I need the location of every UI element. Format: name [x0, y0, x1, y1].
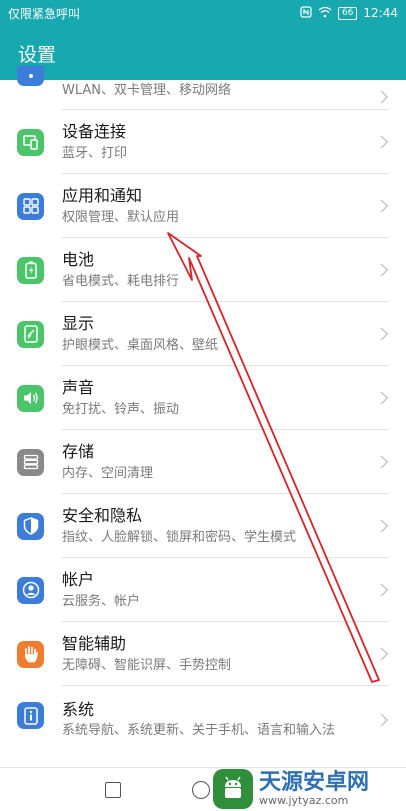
- settings-item-subtitle: WLAN、双卡管理、移动网络: [62, 83, 232, 98]
- settings-item-subtitle: 系统导航、系统更新、关于手机、语言和输入法: [62, 723, 336, 738]
- settings-list: WLAN、双卡管理、移动网络 设备连接 蓝牙、打印 应用和通知 权限管理、默认应…: [0, 66, 406, 760]
- settings-item-title: 帐户: [62, 569, 95, 589]
- settings-item-storage[interactable]: 存储 内存、空间清理: [0, 430, 406, 494]
- settings-item-title: 安全和隐私: [62, 505, 143, 525]
- settings-item-title: 电池: [62, 249, 95, 269]
- recents-button[interactable]: [105, 782, 121, 798]
- settings-item-title: 应用和通知: [62, 185, 143, 205]
- settings-item-system[interactable]: 系统 系统导航、系统更新、关于手机、语言和输入法: [0, 686, 406, 760]
- settings-item-device-connection[interactable]: 设备连接 蓝牙、打印: [0, 110, 406, 174]
- account-icon: [17, 576, 44, 604]
- settings-item-subtitle: 内存、空间清理: [62, 465, 154, 481]
- chevron-right-icon: [375, 391, 388, 405]
- settings-item-account[interactable]: 帐户 云服务、帐户: [0, 558, 406, 622]
- settings-item-subtitle: 云服务、帐户: [62, 593, 141, 609]
- settings-item-apps[interactable]: 应用和通知 权限管理、默认应用: [0, 174, 406, 238]
- settings-item-sound[interactable]: 声音 免打扰、铃声、振动: [0, 366, 406, 430]
- display-icon: [17, 320, 44, 348]
- wifi-icon: [318, 6, 332, 21]
- chevron-right-icon: [375, 519, 388, 533]
- page-title-bar: 设置: [0, 26, 406, 80]
- settings-item-subtitle: 指纹、人脸解锁、锁屏和密码、学生模式: [62, 529, 297, 545]
- status-icons: 66 12:44: [300, 5, 398, 21]
- page-title: 设置: [18, 43, 57, 66]
- settings-item-network[interactable]: WLAN、双卡管理、移动网络: [0, 66, 406, 110]
- chevron-right-icon: [375, 263, 388, 277]
- home-button[interactable]: [192, 781, 210, 799]
- network-icon: [17, 66, 44, 86]
- android-robot-icon: [213, 769, 253, 809]
- hand-icon: [17, 640, 44, 668]
- chevron-right-icon: [375, 199, 388, 213]
- settings-item-title: 系统: [62, 700, 95, 719]
- settings-item-smart-assist[interactable]: 智能辅助 无障碍、智能识屏、手势控制: [0, 622, 406, 686]
- settings-item-subtitle: 护眼模式、桌面风格、壁纸: [62, 337, 219, 353]
- watermark-name: 天源安卓网: [259, 770, 370, 795]
- status-bar: 仅限紧急呼叫 66 12:44: [0, 0, 406, 26]
- chevron-right-icon: [375, 327, 388, 341]
- settings-item-title: 智能辅助: [62, 633, 127, 653]
- chevron-right-icon: [375, 583, 388, 597]
- shield-icon: [17, 512, 44, 540]
- apps-grid-icon: [17, 192, 44, 220]
- chevron-right-icon: [375, 647, 388, 661]
- speaker-icon: [17, 384, 44, 412]
- watermark-url: www.jytyaz.com: [259, 794, 349, 807]
- chevron-right-icon: [375, 90, 388, 103]
- system-info-icon: [17, 702, 44, 729]
- clock: 12:44: [363, 6, 398, 20]
- settings-item-security[interactable]: 安全和隐私 指纹、人脸解锁、锁屏和密码、学生模式: [0, 494, 406, 558]
- settings-item-subtitle: 免打扰、铃声、振动: [62, 401, 180, 417]
- chevron-right-icon: [375, 135, 388, 149]
- battery-icon: [17, 256, 44, 284]
- settings-item-display[interactable]: 显示 护眼模式、桌面风格、壁纸: [0, 302, 406, 366]
- settings-item-title: 声音: [62, 377, 95, 397]
- battery-indicator: 66: [337, 6, 358, 20]
- settings-item-subtitle: 无障碍、智能识屏、手势控制: [62, 657, 232, 673]
- settings-item-subtitle: 蓝牙、打印: [62, 145, 128, 161]
- settings-item-battery[interactable]: 电池 省电模式、耗电排行: [0, 238, 406, 302]
- settings-item-subtitle: 省电模式、耗电排行: [62, 273, 180, 289]
- settings-item-title: 存储: [62, 441, 95, 461]
- chevron-right-icon: [375, 713, 388, 727]
- storage-icon: [17, 448, 44, 476]
- settings-item-title: 显示: [62, 313, 95, 333]
- carrier-label: 仅限紧急呼叫: [8, 6, 81, 21]
- watermark: 天源安卓网 www.jytyaz.com: [213, 768, 403, 810]
- chevron-right-icon: [375, 455, 388, 469]
- settings-screen: 仅限紧急呼叫 66 12:44 设置 WLAN、双卡管理、移动网络 设备连接 蓝…: [0, 0, 406, 811]
- device-connection-icon: [17, 128, 44, 156]
- settings-item-title: 设备连接: [62, 121, 127, 141]
- nfc-icon: [300, 5, 312, 21]
- settings-item-subtitle: 权限管理、默认应用: [62, 209, 180, 225]
